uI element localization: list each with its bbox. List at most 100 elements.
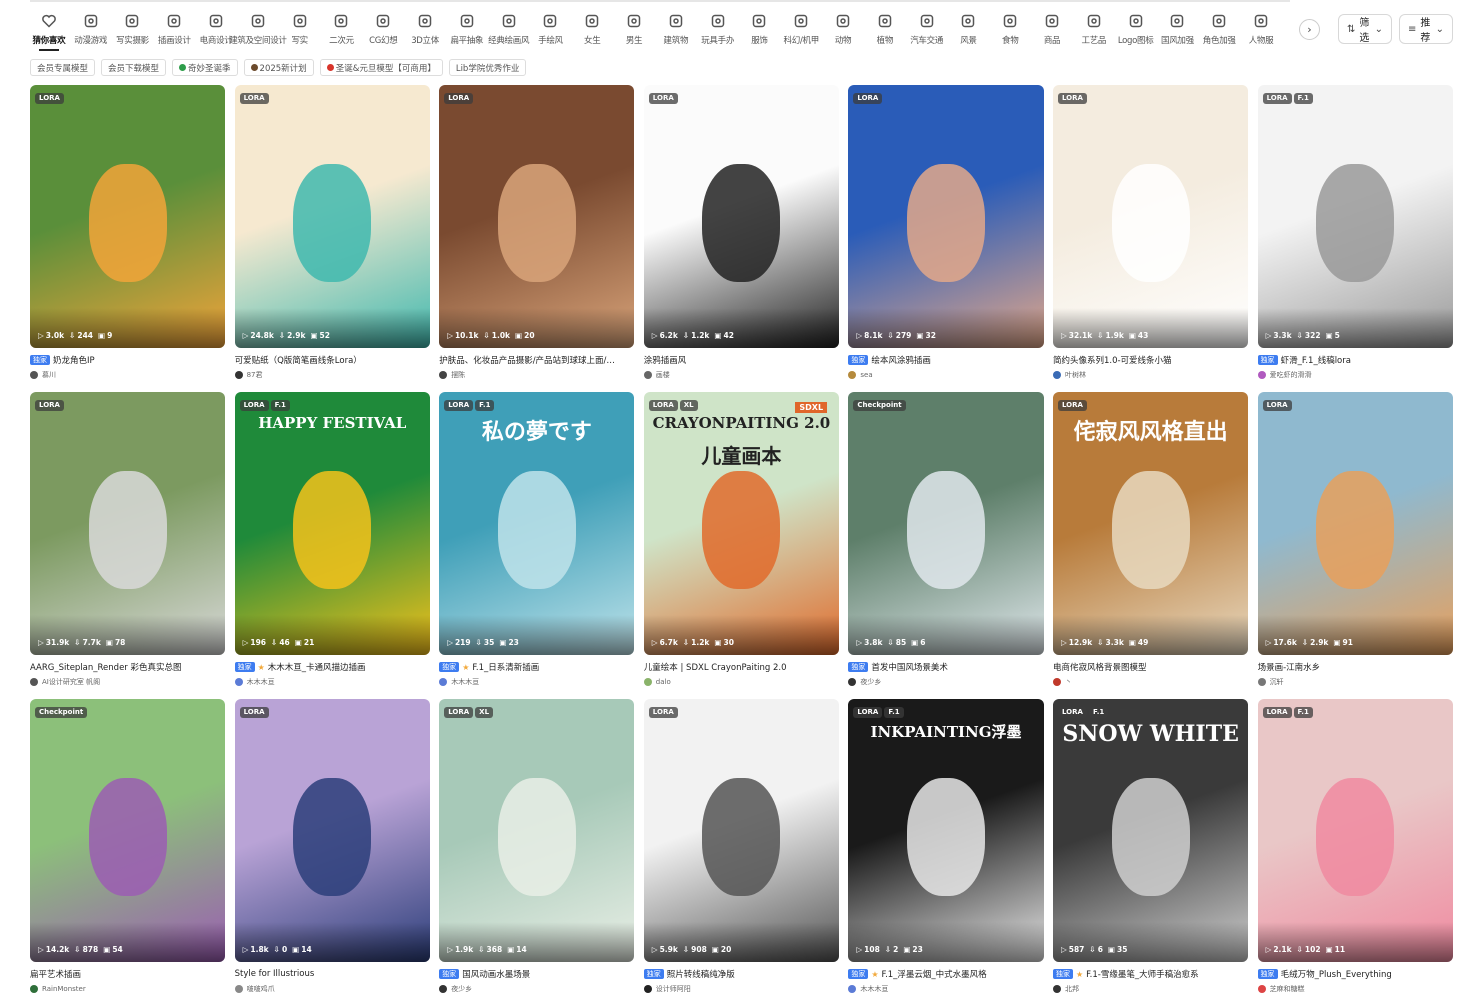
model-title[interactable]: 可爱贴纸（Q版简笔画线条Lora）: [235, 354, 362, 366]
category-tab[interactable]: 插画设计: [153, 12, 195, 51]
author-name[interactable]: 摆陈: [451, 370, 465, 380]
model-thumbnail[interactable]: CRAYONPAITING 2.0 儿童画本 SDXL LORA XL ▷ 6.7k ⇩ 1.2…: [643, 392, 840, 655]
avatar[interactable]: [1257, 985, 1266, 993]
topic-chip[interactable]: 会员下载模型: [101, 59, 167, 76]
model-card[interactable]: LORA F.1 ▷ 2.1k ⇩ 102 ▣ 11 独家 毛绒万物_Plush_Everythi…: [1257, 699, 1453, 1006]
author-name[interactable]: 木木木亘: [860, 984, 888, 994]
model-thumbnail[interactable]: SNOW WHITE LORA F.1 ▷ 587 ⇩ 6 ▣ 35: [1052, 699, 1249, 962]
author-name[interactable]: 夜少乡: [451, 984, 472, 994]
model-thumbnail[interactable]: LORA ▷ 31.9k ⇩ 7.7k ▣ 78: [30, 392, 226, 655]
model-thumbnail[interactable]: Checkpoint ▷ 3.8k ⇩ 85 ▣ 6: [848, 392, 1044, 655]
category-tab[interactable]: 植物: [864, 12, 906, 51]
author-name[interactable]: 北邦: [1065, 984, 1079, 994]
sort-dropdown[interactable]: ≡ 推荐 ⌄: [1399, 14, 1453, 44]
author-name[interactable]: 芝麻和糖糕: [1270, 984, 1305, 994]
avatar[interactable]: [30, 678, 38, 686]
avatar[interactable]: [848, 985, 857, 993]
model-thumbnail[interactable]: LORA ▷ 17.6k ⇩ 2.9k ▣ 91: [1257, 392, 1453, 655]
author-name[interactable]: 沉轩: [1270, 677, 1284, 687]
model-title[interactable]: 虾滑_F.1_线稿lora: [1281, 354, 1351, 366]
category-tab[interactable]: 猜你喜欢: [28, 12, 70, 51]
author-name[interactable]: 87君: [247, 370, 263, 380]
avatar[interactable]: [643, 985, 652, 993]
category-tab[interactable]: 风景: [948, 12, 990, 51]
avatar[interactable]: [1257, 371, 1266, 379]
category-tab[interactable]: 二次元: [321, 12, 363, 51]
model-card[interactable]: LORA XL ▷ 1.9k ⇩ 368 ▣ 14 独家 国风动画水墨场景 夜少乡: [439, 699, 635, 1006]
model-thumbnail[interactable]: LORA ▷ 1.8k ⇩ 0 ▣ 14: [234, 699, 430, 962]
author-name[interactable]: 爱吃虾的滑滑: [1270, 370, 1312, 380]
category-tab[interactable]: 食物: [989, 12, 1031, 51]
model-card[interactable]: HAPPY FESTIVAL LORA F.1 ▷ 196 ⇩ 46 ▣ 21 独家 ★ 木木木亘_卡…: [234, 392, 430, 699]
filter-dropdown[interactable]: ⇅ 筛选 ⌄: [1338, 14, 1392, 44]
model-title[interactable]: 奶龙角色IP: [53, 354, 95, 366]
model-thumbnail[interactable]: HAPPY FESTIVAL LORA F.1 ▷ 196 ⇩ 46 ▣ 21: [234, 392, 430, 655]
author-name[interactable]: dalo: [656, 678, 671, 686]
model-card[interactable]: 侘寂风风格直出 LORA ▷ 12.9k ⇩ 3.3k ▣ 49 电商侘寂风格背景图模型丶: [1052, 392, 1249, 699]
category-tab[interactable]: 动漫游戏: [70, 12, 112, 51]
model-card[interactable]: LORA ▷ 24.8k ⇩ 2.9k ▣ 52 可爱贴纸（Q版简笔画线条Lora） 87君: [234, 85, 430, 392]
author-name[interactable]: RainMonster: [42, 985, 86, 993]
model-title[interactable]: Style for Illustrious: [235, 969, 315, 979]
model-title[interactable]: 首发中国风场景美术: [871, 661, 948, 673]
category-tab[interactable]: 国风加强: [1157, 12, 1199, 51]
model-card[interactable]: CRAYONPAITING 2.0 儿童画本 SDXL LORA XL ▷ 6.7k ⇩ 1.2…: [643, 392, 840, 699]
avatar[interactable]: [30, 371, 38, 379]
topic-chip[interactable]: 2025新计划: [243, 59, 314, 76]
avatar[interactable]: [439, 678, 448, 686]
category-tab[interactable]: 玩具手办: [697, 12, 739, 51]
model-card[interactable]: INKPAINTING浮墨 LORA F.1 ▷ 108 ⇩ 2 ▣ 23 独家 ★ F.1_浮墨云烟…: [848, 699, 1044, 1006]
model-thumbnail[interactable]: LORA F.1 ▷ 3.3k ⇩ 322 ▣ 5: [1257, 85, 1453, 348]
topic-chip[interactable]: Lib学院优秀作业: [448, 59, 527, 76]
category-tab[interactable]: 扁平抽象: [446, 12, 488, 51]
model-title[interactable]: 护肤品、化妆品产品摄影/产品站到球球上面/电...: [439, 354, 619, 366]
category-tab[interactable]: 科幻/机甲: [780, 12, 822, 51]
model-title[interactable]: 扁平艺术插画: [30, 968, 81, 980]
category-tab[interactable]: 男生: [613, 12, 655, 51]
category-tab[interactable]: 汽车交通: [906, 12, 948, 51]
model-card[interactable]: Checkpoint ▷ 3.8k ⇩ 85 ▣ 6 独家 首发中国风场景美术 夜少乡: [848, 392, 1044, 699]
model-thumbnail[interactable]: LORA XL ▷ 1.9k ⇩ 368 ▣ 14: [439, 699, 635, 962]
model-title[interactable]: 绘本风涂鸦插画: [871, 354, 931, 366]
category-tab[interactable]: 手绘风: [530, 12, 572, 51]
category-tab[interactable]: 建筑物: [655, 12, 697, 51]
author-name[interactable]: AI设计研究室 帆阁: [42, 677, 100, 687]
avatar[interactable]: [1052, 985, 1061, 993]
model-card[interactable]: LORA ▷ 32.1k ⇩ 1.9k ▣ 43 简约头像系列1.0-可爱线条小猫 叶树林: [1052, 85, 1249, 392]
avatar[interactable]: [1257, 678, 1266, 686]
category-tab[interactable]: CG幻想: [362, 12, 404, 51]
category-tab[interactable]: 商品: [1031, 12, 1073, 51]
model-card[interactable]: LORA ▷ 1.8k ⇩ 0 ▣ 14 Style for Illustrious 啵啵鸡爪: [234, 699, 430, 1006]
author-name[interactable]: 木木木亘: [451, 677, 479, 687]
model-title[interactable]: 涂鸦插画风: [644, 354, 687, 366]
avatar[interactable]: [234, 985, 243, 993]
author-name[interactable]: 啵啵鸡爪: [247, 984, 275, 994]
author-name[interactable]: 慕川: [42, 370, 56, 380]
avatar[interactable]: [439, 985, 448, 993]
avatar[interactable]: [439, 371, 448, 379]
category-tab[interactable]: Logo图标: [1115, 12, 1157, 51]
model-thumbnail[interactable]: INKPAINTING浮墨 LORA F.1 ▷ 108 ⇩ 2 ▣ 23: [848, 699, 1044, 962]
category-tab[interactable]: 写实摄影: [112, 12, 154, 51]
category-tab[interactable]: 写实: [279, 12, 321, 51]
category-tab[interactable]: 服饰: [739, 12, 781, 51]
author-name[interactable]: 夜少乡: [860, 677, 881, 687]
author-name[interactable]: 画楼: [656, 370, 670, 380]
model-thumbnail[interactable]: LORA ▷ 5.9k ⇩ 908 ▣ 20: [643, 699, 840, 962]
author-name[interactable]: 丶: [1065, 677, 1072, 687]
model-title[interactable]: 照片转线稿纯净版: [667, 968, 735, 980]
category-tab[interactable]: 角色加强: [1198, 12, 1240, 51]
model-thumbnail[interactable]: LORA ▷ 10.1k ⇩ 1.0k ▣ 20: [439, 85, 635, 348]
category-tab[interactable]: 经典绘画风: [488, 12, 530, 51]
model-thumbnail[interactable]: LORA F.1 ▷ 2.1k ⇩ 102 ▣ 11: [1257, 699, 1453, 962]
model-card[interactable]: LORA ▷ 3.0k ⇩ 244 ▣ 9 独家 奶龙角色IP 慕川: [30, 85, 226, 392]
model-thumbnail[interactable]: LORA ▷ 8.1k ⇩ 279 ▣ 32: [848, 85, 1044, 348]
model-title[interactable]: 国风动画水墨场景: [462, 968, 530, 980]
avatar[interactable]: [643, 678, 652, 686]
model-card[interactable]: SNOW WHITE LORA F.1 ▷ 587 ⇩ 6 ▣ 35 独家 ★ F.1-雪缘墨笔_大师…: [1052, 699, 1249, 1006]
model-thumbnail[interactable]: LORA ▷ 24.8k ⇩ 2.9k ▣ 52: [234, 85, 430, 348]
next-category-button[interactable]: ›: [1299, 19, 1320, 40]
model-title[interactable]: F.1-雪缘墨笔_大师手稿治愈系: [1086, 968, 1198, 980]
model-thumbnail[interactable]: 私の夢です LORA F.1 ▷ 219 ⇩ 35 ▣ 23: [439, 392, 635, 655]
model-title[interactable]: F.1_日系清新插画: [472, 661, 539, 673]
